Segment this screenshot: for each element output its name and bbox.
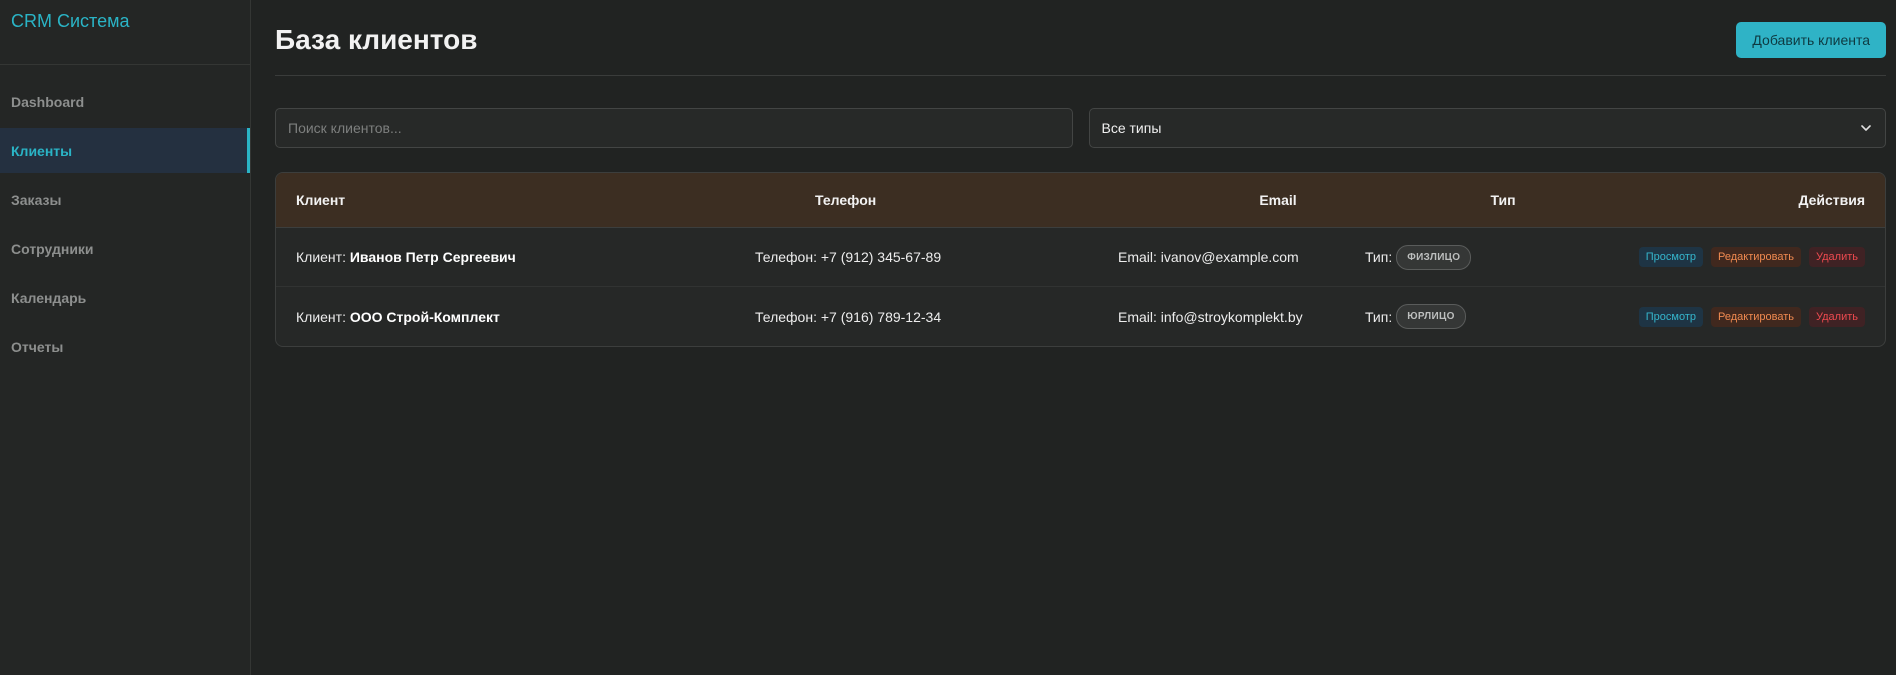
type-select-value: Все типы: [1101, 120, 1162, 136]
page-title: База клиентов: [275, 23, 478, 55]
type-badge: ФИЗЛИЦО: [1396, 244, 1472, 270]
column-header-type[interactable]: Тип: [1438, 192, 1568, 208]
cell-phone: Телефон: +7 (916) 789-12-34: [755, 308, 942, 325]
cell-client: Клиент: Иванов Петр Сергеевич: [276, 249, 755, 265]
add-client-button[interactable]: Добавить клиента: [1736, 21, 1886, 58]
cell-actions: Просмотр Редактировать Удалить: [1515, 306, 1885, 327]
filters-bar: Все типы: [275, 108, 1886, 148]
cell-email: Email: ivanov@example.com: [1118, 249, 1299, 265]
sidebar-nav: Dashboard Клиенты Заказы Сотрудники Кале…: [0, 65, 250, 369]
type-select[interactable]: Все типы: [1088, 108, 1886, 148]
client-label: Клиент:: [296, 308, 350, 325]
type-badge: ЮРЛИЦО: [1396, 304, 1466, 329]
column-header-phone[interactable]: Телефон: [755, 192, 1118, 208]
client-name: ООО Строй-Комплект: [349, 308, 500, 325]
type-label: Тип:: [1365, 249, 1393, 265]
view-button[interactable]: Просмотр: [1638, 247, 1703, 267]
client-label: Клиент:: [296, 249, 350, 265]
brand-title[interactable]: CRM Система: [11, 11, 130, 32]
cell-actions: Просмотр Редактировать Удалить: [1515, 247, 1885, 267]
sidebar-item-dashboard[interactable]: Dashboard: [0, 79, 250, 124]
type-label: Тип:: [1365, 308, 1393, 325]
cell-type: Тип: ЮРЛИЦО: [1365, 304, 1515, 329]
app: CRM Система Dashboard Клиенты Заказы Сот…: [0, 0, 1896, 675]
client-name: Иванов Петр Сергеевич: [349, 249, 516, 265]
edit-button[interactable]: Редактировать: [1711, 247, 1801, 267]
edit-button[interactable]: Редактировать: [1711, 306, 1801, 327]
view-button[interactable]: Просмотр: [1638, 306, 1703, 327]
delete-button[interactable]: Удалить: [1809, 247, 1865, 267]
brand: CRM Система: [0, 0, 250, 65]
search-input[interactable]: [275, 108, 1073, 148]
cell-email: Email: info@stroykomplekt.by: [1118, 308, 1303, 325]
table-header: Клиент Телефон Email Тип Действия: [276, 173, 1885, 228]
page-header: База клиентов Добавить клиента: [275, 0, 1886, 76]
sidebar-item-calendar[interactable]: Календарь: [0, 275, 250, 320]
chevron-down-icon: [1861, 125, 1871, 131]
column-header-email[interactable]: Email: [1118, 192, 1438, 208]
main-content: База клиентов Добавить клиента Все типы …: [251, 0, 1896, 675]
delete-button[interactable]: Удалить: [1809, 306, 1865, 327]
cell-type: Тип: ФИЗЛИЦО: [1365, 244, 1515, 270]
clients-table: Клиент Телефон Email Тип Действия Клиент…: [275, 172, 1886, 347]
sidebar-item-employees[interactable]: Сотрудники: [0, 226, 250, 271]
sidebar-item-clients[interactable]: Клиенты: [0, 128, 250, 173]
sidebar: CRM Система Dashboard Клиенты Заказы Сот…: [0, 0, 251, 675]
column-header-actions[interactable]: Действия: [1568, 192, 1885, 208]
cell-phone: Телефон: +7 (912) 345-67-89: [755, 249, 942, 265]
column-header-client[interactable]: Клиент: [276, 192, 755, 208]
cell-client: Клиент: ООО Строй-Комплект: [276, 309, 755, 325]
sidebar-item-reports[interactable]: Отчеты: [0, 324, 250, 369]
table-row: Клиент: ООО Строй-Комплект Телефон: +7 (…: [276, 287, 1885, 346]
sidebar-item-orders[interactable]: Заказы: [0, 177, 250, 222]
table-row: Клиент: Иванов Петр Сергеевич Телефон: +…: [276, 228, 1885, 287]
